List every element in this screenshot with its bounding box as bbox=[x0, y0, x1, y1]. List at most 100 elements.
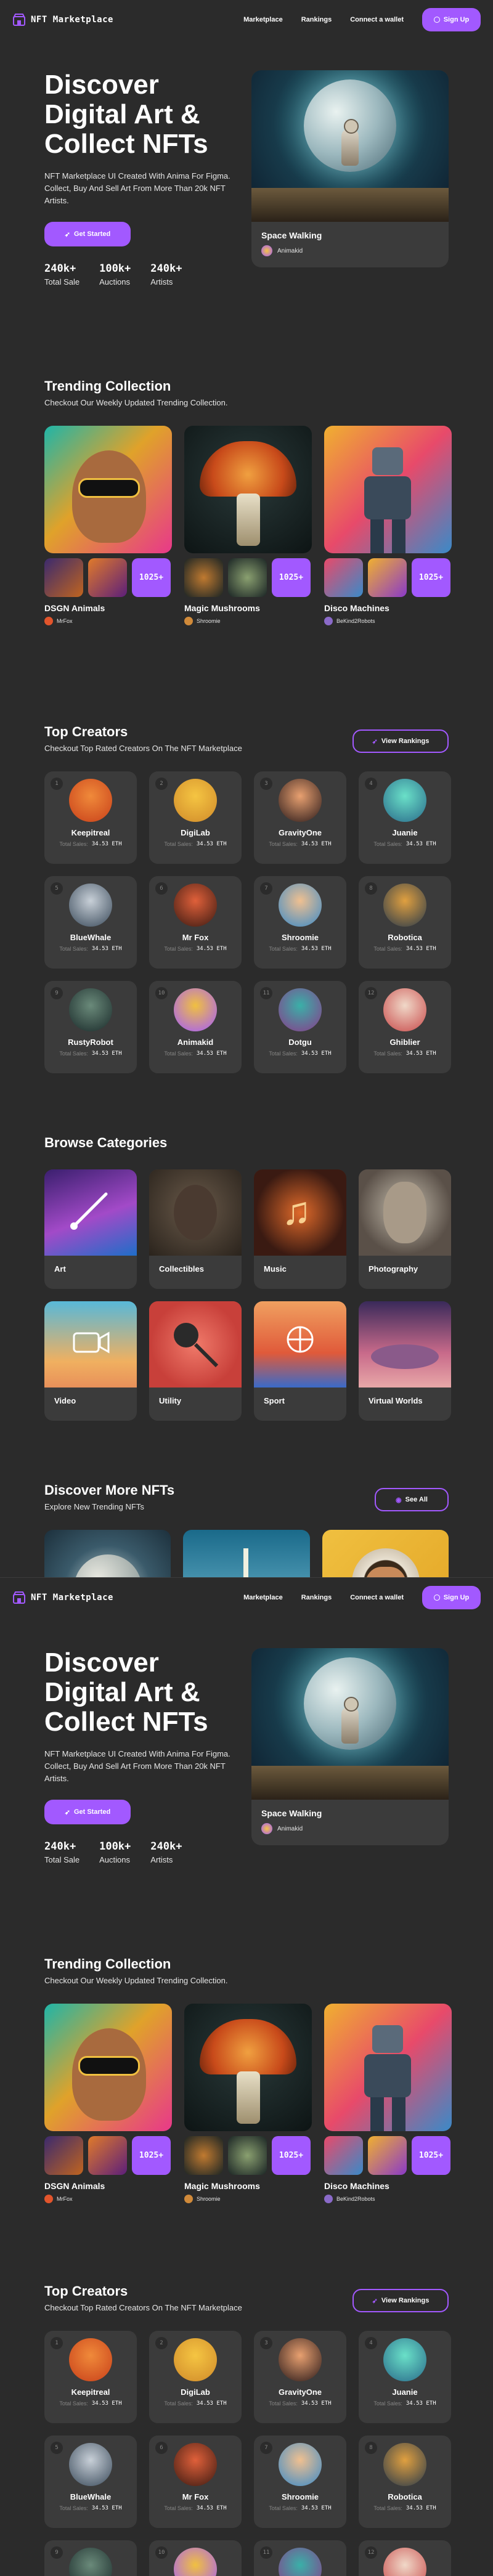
brand[interactable]: NFT Marketplace bbox=[12, 13, 113, 26]
collection-card[interactable]: 1025+ Magic Mushrooms Shroomie bbox=[184, 2004, 312, 2203]
collection-card[interactable]: 1025+ Disco Machines BeKind2Robots bbox=[324, 2004, 452, 2203]
creator-card[interactable]: 4 Juanie Total Sales: 34.53 ETH bbox=[359, 771, 451, 864]
collection-card[interactable]: 1025+ Magic Mushrooms Shroomie bbox=[184, 426, 312, 625]
creator-card[interactable]: 11DotguTotal Sales:34.53 ETH bbox=[254, 2540, 346, 2576]
collection-card[interactable]: 1025+ DSGN Animals MrFox bbox=[44, 426, 172, 625]
creator-name: GravityOne bbox=[278, 2387, 322, 2397]
signup-button[interactable]: Sign Up bbox=[422, 1586, 481, 1609]
creator-rank: 8 bbox=[365, 2442, 377, 2454]
category-card-virtual-worlds[interactable]: Virtual Worlds bbox=[359, 1301, 451, 1421]
creator-card[interactable]: 2 DigiLab Total Sales: 34.53 ETH bbox=[149, 2331, 242, 2423]
collection-artist[interactable]: MrFox bbox=[57, 618, 73, 624]
creator-card[interactable]: 9RustyRobotTotal Sales:34.53 ETH bbox=[44, 981, 137, 1073]
total-sales-value: 34.53 ETH bbox=[301, 946, 332, 952]
creator-card[interactable]: 12GhiblierTotal Sales:34.53 ETH bbox=[359, 2540, 451, 2576]
see-all-button[interactable]: ◉ See All bbox=[375, 1488, 449, 1511]
stat-value: 240k+ bbox=[150, 262, 182, 275]
creator-card[interactable]: 7 Shroomie Total Sales: 34.53 ETH bbox=[254, 2436, 346, 2528]
collection-count[interactable]: 1025+ bbox=[272, 558, 311, 597]
collection-main-image bbox=[184, 2004, 312, 2131]
creator-card[interactable]: 1 Keepitreal Total Sales: 34.53 ETH bbox=[44, 771, 137, 864]
categories-title: Browse Categories bbox=[44, 1135, 168, 1150]
view-rankings-button[interactable]: ➶ View Rankings bbox=[352, 2289, 449, 2312]
creator-card[interactable]: 6 Mr Fox Total Sales: 34.53 ETH bbox=[149, 2436, 242, 2528]
creator-name: Juanie bbox=[392, 828, 418, 837]
category-card-photography[interactable]: Photography bbox=[359, 1169, 451, 1289]
nav-link-rankings[interactable]: Rankings bbox=[301, 16, 332, 23]
nav-link-rankings[interactable]: Rankings bbox=[301, 1594, 332, 1601]
collection-card[interactable]: 1025+ DSGN Animals MrFox bbox=[44, 2004, 172, 2203]
collection-count[interactable]: 1025+ bbox=[132, 2136, 171, 2175]
collection-artist[interactable]: Shroomie bbox=[197, 2196, 221, 2202]
creator-card[interactable]: 8 Robotica Total Sales: 34.53 ETH bbox=[359, 876, 451, 969]
nft-card[interactable] bbox=[322, 1530, 449, 1577]
get-started-button[interactable]: ➶ Get Started bbox=[44, 222, 131, 246]
category-card-utility[interactable]: Utility bbox=[149, 1301, 242, 1421]
creator-name: Mr Fox bbox=[182, 933, 209, 942]
artist-avatar bbox=[44, 2195, 53, 2203]
creator-card[interactable]: 7 Shroomie Total Sales: 34.53 ETH bbox=[254, 876, 346, 969]
nft-card[interactable] bbox=[183, 1530, 310, 1577]
collection-count[interactable]: 1025+ bbox=[412, 558, 450, 597]
creator-card[interactable]: 5 BlueWhale Total Sales: 34.53 ETH bbox=[44, 2436, 137, 2528]
creator-card[interactable]: 3 GravityOne Total Sales: 34.53 ETH bbox=[254, 771, 346, 864]
creator-rank: 5 bbox=[51, 2442, 63, 2454]
creators-section: Top Creators Checkout Top Rated Creators… bbox=[0, 724, 493, 1073]
category-card-sport[interactable]: Sport bbox=[254, 1301, 346, 1421]
collection-count[interactable]: 1025+ bbox=[132, 558, 171, 597]
get-started-button[interactable]: ➶ Get Started bbox=[44, 1800, 131, 1824]
creator-card[interactable]: 9RustyRobotTotal Sales:34.53 ETH bbox=[44, 2540, 137, 2576]
collection-artist[interactable]: Shroomie bbox=[197, 618, 221, 624]
nav-link-marketplace[interactable]: Marketplace bbox=[243, 16, 283, 23]
collection-card[interactable]: 1025+ Disco Machines BeKind2Robots bbox=[324, 426, 452, 625]
trending-subtitle: Checkout Our Weekly Updated Trending Col… bbox=[44, 1976, 228, 1985]
collection-artist[interactable]: BeKind2Robots bbox=[336, 618, 375, 624]
nft-card[interactable] bbox=[44, 1530, 171, 1577]
category-card-art[interactable]: Art bbox=[44, 1169, 137, 1289]
total-sales-value: 34.53 ETH bbox=[301, 1050, 332, 1057]
creator-rank: 12 bbox=[365, 2546, 377, 2559]
creator-card[interactable]: 5 BlueWhale Total Sales: 34.53 ETH bbox=[44, 876, 137, 969]
artist-avatar bbox=[324, 2195, 333, 2203]
nav-link-connect-wallet[interactable]: Connect a wallet bbox=[350, 16, 404, 23]
brand-name: NFT Marketplace bbox=[31, 1593, 113, 1603]
featured-artist-name[interactable]: Animakid bbox=[277, 1826, 303, 1832]
creator-name: Robotica bbox=[388, 2492, 422, 2501]
collection-count[interactable]: 1025+ bbox=[412, 2136, 450, 2175]
category-card-music[interactable]: ♫ Music bbox=[254, 1169, 346, 1289]
rocket-icon: ➶ bbox=[64, 230, 70, 238]
video-camera-icon bbox=[44, 1301, 137, 1388]
creator-card[interactable]: 3 GravityOne Total Sales: 34.53 ETH bbox=[254, 2331, 346, 2423]
total-sales-label: Total Sales: bbox=[373, 1050, 402, 1057]
collection-artist[interactable]: BeKind2Robots bbox=[336, 2196, 375, 2202]
nav-link-connect-wallet[interactable]: Connect a wallet bbox=[350, 1594, 404, 1601]
hero-subtitle: NFT Marketplace UI Created With Anima Fo… bbox=[44, 171, 230, 205]
creators-grid: 1 Keepitreal Total Sales: 34.53 ETH 2 DigiLab… bbox=[44, 2331, 451, 2576]
nav-link-marketplace[interactable]: Marketplace bbox=[243, 1594, 283, 1601]
featured-artist-name[interactable]: Animakid bbox=[277, 248, 303, 254]
creator-card[interactable]: 4 Juanie Total Sales: 34.53 ETH bbox=[359, 2331, 451, 2423]
page-view-1: NFT Marketplace Marketplace Rankings Con… bbox=[0, 0, 493, 1577]
view-rankings-button[interactable]: ➶ View Rankings bbox=[352, 729, 449, 753]
total-sales-value: 34.53 ETH bbox=[196, 841, 227, 847]
artist-avatar bbox=[184, 617, 193, 625]
creator-card[interactable]: 10AnimakidTotal Sales:34.53 ETH bbox=[149, 2540, 242, 2576]
signup-button[interactable]: Sign Up bbox=[422, 8, 481, 31]
creator-card[interactable]: 10AnimakidTotal Sales:34.53 ETH bbox=[149, 981, 242, 1073]
creator-card[interactable]: 6 Mr Fox Total Sales: 34.53 ETH bbox=[149, 876, 242, 969]
featured-nft-card[interactable]: Space Walking Animakid bbox=[251, 1648, 449, 1845]
creator-avatar bbox=[383, 2548, 426, 2576]
creator-card[interactable]: 11DotguTotal Sales:34.53 ETH bbox=[254, 981, 346, 1073]
category-card-video[interactable]: Video bbox=[44, 1301, 137, 1421]
creator-avatar bbox=[174, 2443, 217, 2486]
collection-count[interactable]: 1025+ bbox=[272, 2136, 311, 2175]
creator-rank: 3 bbox=[260, 778, 272, 790]
creator-card[interactable]: 12GhiblierTotal Sales:34.53 ETH bbox=[359, 981, 451, 1073]
category-card-collectibles[interactable]: Collectibles bbox=[149, 1169, 242, 1289]
creator-card[interactable]: 2 DigiLab Total Sales: 34.53 ETH bbox=[149, 771, 242, 864]
collection-artist[interactable]: MrFox bbox=[57, 2196, 73, 2202]
featured-nft-card[interactable]: Space Walking Animakid bbox=[251, 70, 449, 267]
creator-card[interactable]: 1 Keepitreal Total Sales: 34.53 ETH bbox=[44, 2331, 137, 2423]
creator-card[interactable]: 8 Robotica Total Sales: 34.53 ETH bbox=[359, 2436, 451, 2528]
brand[interactable]: NFT Marketplace bbox=[12, 1591, 113, 1604]
